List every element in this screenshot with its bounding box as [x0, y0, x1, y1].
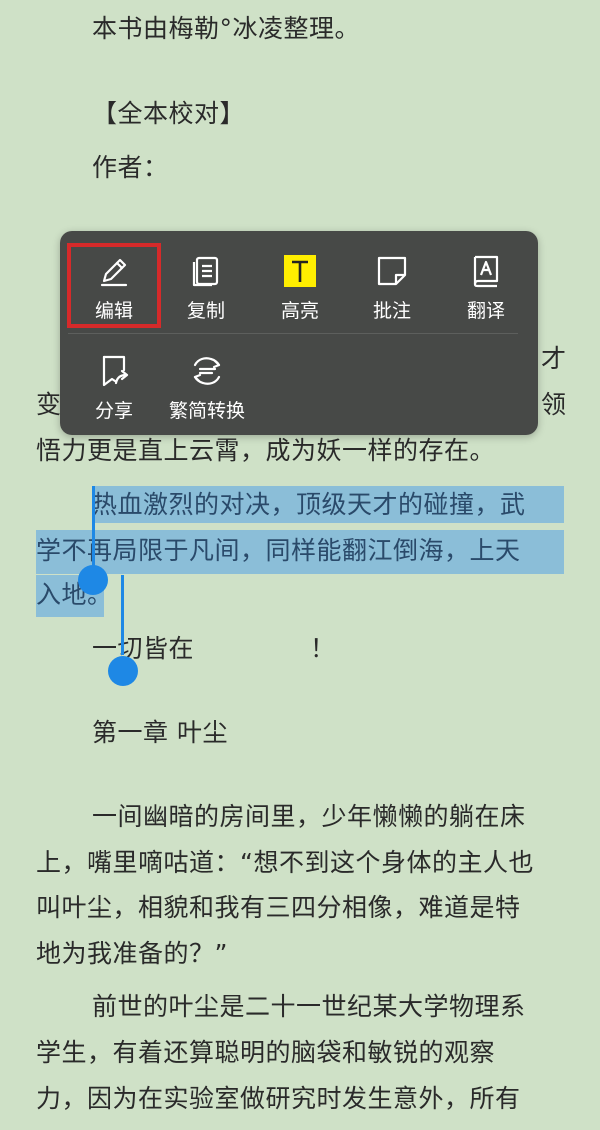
selected-text-line: 学不再局限于凡间，同样能翻江倒海，上天: [36, 536, 521, 565]
share-icon: [96, 353, 132, 389]
share-button[interactable]: 分享: [68, 343, 160, 427]
edit-button[interactable]: 编辑: [68, 243, 160, 327]
translate-button[interactable]: 翻译: [440, 243, 532, 327]
reader-page: 本书由梅勒°冰凌整理。 【全本校对】 作者： 才 变 领 悟力更是直上云霄，成为…: [0, 0, 600, 1130]
translate-label: 翻译: [466, 300, 505, 322]
copy-label: 复制: [186, 300, 225, 322]
text-line: 本书由梅勒°冰凌整理。: [92, 14, 361, 43]
highlight-label: 高亮: [280, 300, 319, 322]
convert-icon: [189, 353, 225, 389]
text-line: 地为我准备的？”: [36, 939, 228, 968]
translate-icon: [468, 253, 504, 289]
note-label: 批注: [372, 300, 411, 322]
text-line: 悟力更是直上云霄，成为妖一样的存在。: [36, 436, 496, 465]
text-line: 学生，有着还算聪明的脑袋和敏锐的观察: [36, 1038, 496, 1067]
highlight-button[interactable]: 高亮: [254, 243, 346, 327]
text-line: 一间幽暗的房间里，少年懒懒的躺在床: [92, 802, 526, 831]
selected-text-line: 热血激烈的对决，顶级天才的碰撞，武: [92, 490, 526, 519]
edit-label: 编辑: [94, 300, 133, 322]
text-line: 【全本校对】: [92, 99, 246, 128]
note-icon: [374, 253, 410, 289]
text-line: 作者：: [92, 153, 169, 182]
selection-start-handle[interactable]: [78, 565, 108, 595]
highlight-icon: [282, 253, 318, 289]
convert-label: 繁简转换: [168, 400, 245, 422]
copy-button[interactable]: 复制: [160, 243, 252, 327]
text-line: 上，嘴里嘀咕道：“想不到这个身体的主人也: [36, 848, 534, 877]
text-line-fragment: 领: [541, 390, 567, 419]
selection-end-handle[interactable]: [108, 656, 138, 686]
text-line: 叫叶尘，相貌和我有三四分相像，难道是特: [36, 893, 521, 922]
selection-end-handle-bar[interactable]: [121, 575, 124, 655]
chapter-title: 第一章 叶尘: [92, 718, 228, 747]
text-line: 前世的叶尘是二十一世纪某大学物理系: [92, 992, 526, 1021]
menu-divider: [68, 333, 518, 334]
note-button[interactable]: 批注: [346, 243, 438, 327]
text-line-fragment: 变: [36, 390, 62, 419]
copy-icon: [188, 253, 224, 289]
edit-pen-icon: [96, 253, 132, 289]
text-action-menu: 编辑 复制 高亮 批注 翻译 分享 繁简转换: [60, 231, 538, 435]
text-line-fragment: 才: [541, 344, 567, 373]
share-label: 分享: [94, 400, 133, 422]
text-line: 力，因为在实验室做研究时发生意外，所有: [36, 1084, 521, 1113]
convert-button[interactable]: 繁简转换: [152, 343, 262, 427]
text-line: 一切皆在: [92, 634, 195, 663]
text-line-fragment: ！: [310, 634, 336, 663]
